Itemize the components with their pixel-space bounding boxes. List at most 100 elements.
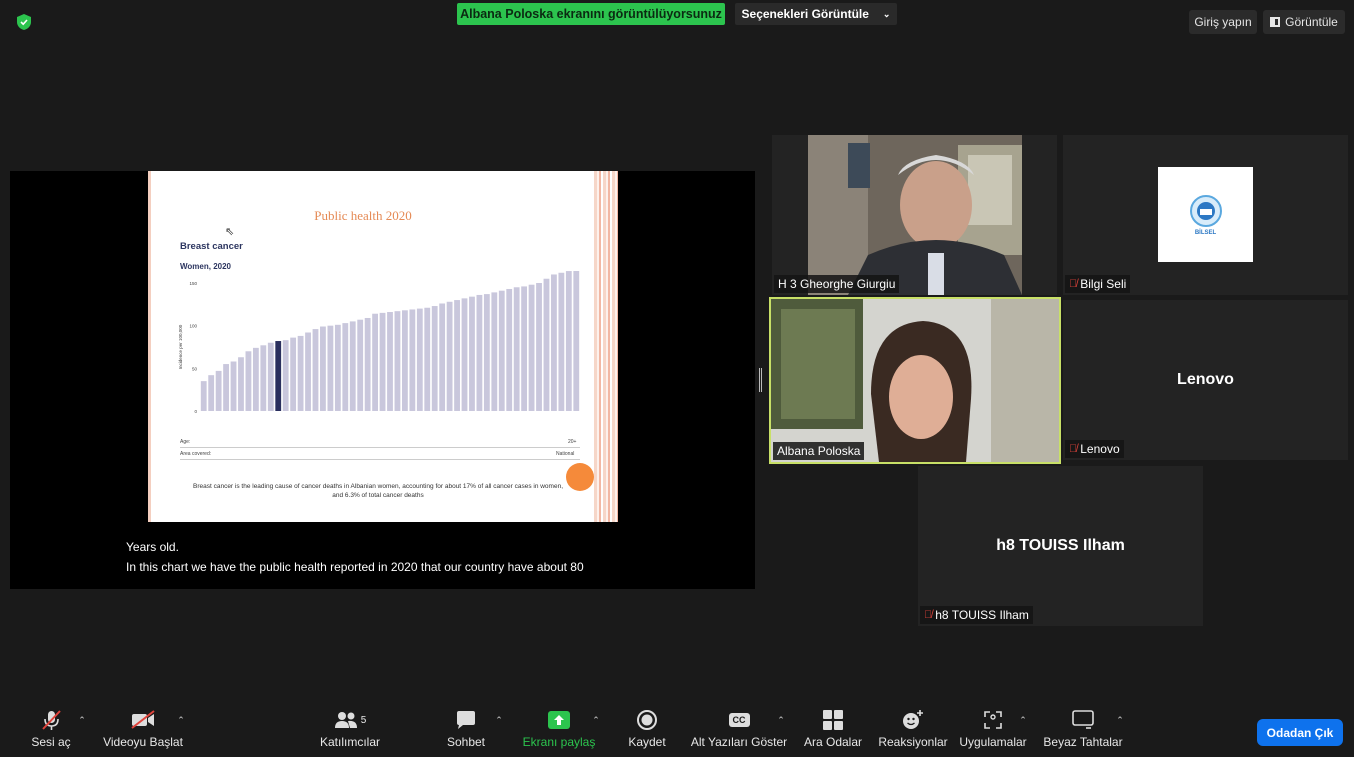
participant-tile[interactable]: BİLSEL 🎙̸ Bilgi Seli bbox=[1063, 135, 1348, 295]
closed-captions-icon: CC bbox=[728, 713, 750, 727]
record-button[interactable]: Kaydet bbox=[626, 707, 668, 755]
bar bbox=[483, 294, 490, 411]
mic-muted-icon bbox=[42, 710, 61, 730]
bar bbox=[342, 323, 349, 411]
participant-name: Albana Poloska bbox=[773, 442, 865, 460]
chevron-up-icon: ⌃ bbox=[78, 714, 86, 725]
participant-name-text: Lenovo bbox=[1080, 442, 1120, 456]
captions-button[interactable]: CC Alt Yazıları Göster bbox=[690, 707, 788, 755]
bar bbox=[565, 271, 572, 411]
bar bbox=[297, 335, 304, 411]
participant-tile[interactable]: h8 TOUISS Ilham 🎙̸ h8 TOUISS Ilham bbox=[918, 466, 1203, 626]
bar bbox=[528, 284, 535, 411]
chart-subtitle: Women, 2020 bbox=[180, 262, 231, 271]
apps-options-caret[interactable]: ⌃ bbox=[1017, 707, 1029, 755]
bar bbox=[334, 324, 341, 411]
participant-name-text: Bilgi Seli bbox=[1080, 277, 1127, 291]
security-shield-icon[interactable] bbox=[16, 13, 32, 31]
chevron-up-icon: ⌃ bbox=[1019, 714, 1027, 725]
whiteboard-options-caret[interactable]: ⌃ bbox=[1114, 707, 1126, 755]
bilsel-logo-icon bbox=[1189, 194, 1222, 227]
share-screen-label: Ekranı paylaş bbox=[522, 735, 596, 749]
record-icon bbox=[637, 710, 657, 730]
reactions-icon bbox=[903, 710, 923, 729]
leave-room-button[interactable]: Odadan Çık bbox=[1257, 719, 1343, 746]
unmute-button[interactable]: Sesi aç bbox=[30, 707, 72, 755]
presentation-slide: Public health 2020 ⇖ Breast cancer Women… bbox=[148, 171, 618, 522]
chevron-up-icon: ⌃ bbox=[592, 714, 600, 725]
decorative-dot bbox=[566, 463, 594, 491]
reactions-label: Reaksiyonlar bbox=[878, 735, 948, 749]
chevron-down-icon: ⌄ bbox=[882, 8, 891, 19]
age-label: Age: bbox=[180, 439, 191, 445]
split-resize-handle[interactable] bbox=[759, 368, 762, 392]
participant-name: 🎙̸ h8 TOUISS Ilham bbox=[920, 606, 1033, 624]
y-axis-label: Incidence per 100,000 bbox=[178, 324, 183, 369]
captions-options-caret[interactable]: ⌃ bbox=[775, 707, 787, 755]
bar bbox=[521, 286, 528, 411]
bar bbox=[252, 347, 259, 411]
grid-view-icon bbox=[1270, 17, 1281, 27]
bar bbox=[424, 307, 431, 411]
bar bbox=[290, 337, 297, 411]
bar bbox=[223, 364, 229, 411]
slide-caption: Breast cancer is the leading cause of ca… bbox=[193, 483, 563, 499]
bar bbox=[327, 325, 334, 411]
bar bbox=[551, 274, 557, 411]
chat-options-caret[interactable]: ⌃ bbox=[493, 707, 505, 755]
live-caption-line-1: Years old. bbox=[126, 540, 179, 554]
participant-display-name: h8 TOUISS Ilham bbox=[996, 537, 1125, 554]
participants-button[interactable]: 5 Katılımcılar bbox=[312, 707, 388, 755]
view-button[interactable]: Görüntüle bbox=[1263, 10, 1345, 34]
divider bbox=[180, 447, 580, 448]
participant-name-text: h8 TOUISS Ilham bbox=[935, 608, 1029, 622]
chat-label: Sohbet bbox=[446, 735, 486, 749]
bar bbox=[312, 329, 319, 411]
bar bbox=[208, 375, 215, 411]
bar bbox=[446, 301, 453, 411]
whiteboards-button[interactable]: Beyaz Tahtalar bbox=[1043, 707, 1123, 755]
y-tick-label: 0 bbox=[194, 409, 197, 414]
chevron-up-icon: ⌃ bbox=[1116, 714, 1124, 725]
slide-right-border bbox=[594, 171, 618, 522]
bar bbox=[469, 296, 475, 411]
bar bbox=[379, 312, 386, 411]
record-label: Kaydet bbox=[628, 735, 666, 749]
area-value: National bbox=[556, 451, 575, 457]
share-screen-button[interactable]: Ekranı paylaş bbox=[522, 707, 596, 755]
start-video-button[interactable]: Videoyu Başlat bbox=[103, 707, 183, 755]
breakout-rooms-button[interactable]: Ara Odalar bbox=[802, 707, 864, 755]
bar bbox=[543, 278, 550, 411]
reactions-button[interactable]: Reaksiyonlar bbox=[878, 707, 948, 755]
captions-label: Alt Yazıları Göster bbox=[690, 735, 788, 749]
unmute-label: Sesi aç bbox=[31, 735, 71, 749]
bar bbox=[238, 357, 244, 411]
participant-name: 🎙̸ Lenovo bbox=[1065, 440, 1124, 458]
share-options-caret[interactable]: ⌃ bbox=[590, 707, 602, 755]
y-tick-label: 100 bbox=[189, 324, 197, 329]
video-options-caret[interactable]: ⌃ bbox=[175, 707, 187, 755]
screen-share-banner: Albana Poloska ekranını görüntülüyorsunu… bbox=[457, 3, 725, 25]
active-speaker-tile[interactable]: Albana Poloska bbox=[769, 297, 1061, 464]
chart-title: Breast cancer bbox=[180, 241, 243, 252]
bar bbox=[372, 313, 379, 411]
participant-name-text: H 3 Gheorghe Giurgiu bbox=[778, 277, 896, 291]
bar bbox=[260, 345, 267, 411]
logo-text: BİLSEL bbox=[1194, 229, 1217, 236]
start-video-label: Videoyu Başlat bbox=[103, 735, 183, 749]
bar bbox=[320, 326, 326, 411]
participant-tile[interactable]: H 3 Gheorghe Giurgiu bbox=[772, 135, 1057, 295]
bar bbox=[394, 311, 401, 411]
participant-display-name: Lenovo bbox=[1177, 371, 1234, 388]
participant-name: 🎙̸ Bilgi Seli bbox=[1065, 275, 1131, 293]
apps-icon bbox=[984, 711, 1002, 729]
view-options-label: Seçenekleri Görüntüle bbox=[741, 7, 869, 21]
chat-button[interactable]: Sohbet bbox=[445, 707, 487, 755]
signin-button[interactable]: Giriş yapın bbox=[1189, 10, 1257, 34]
view-options-button[interactable]: Seçenekleri Görüntüle ⌄ bbox=[735, 3, 897, 25]
mic-muted-icon: 🎙̸ bbox=[924, 609, 933, 621]
participant-tile[interactable]: Lenovo 🎙̸ Lenovo bbox=[1063, 300, 1348, 460]
age-value: 20+ bbox=[568, 439, 577, 445]
audio-options-caret[interactable]: ⌃ bbox=[76, 707, 88, 755]
bar bbox=[558, 272, 565, 411]
